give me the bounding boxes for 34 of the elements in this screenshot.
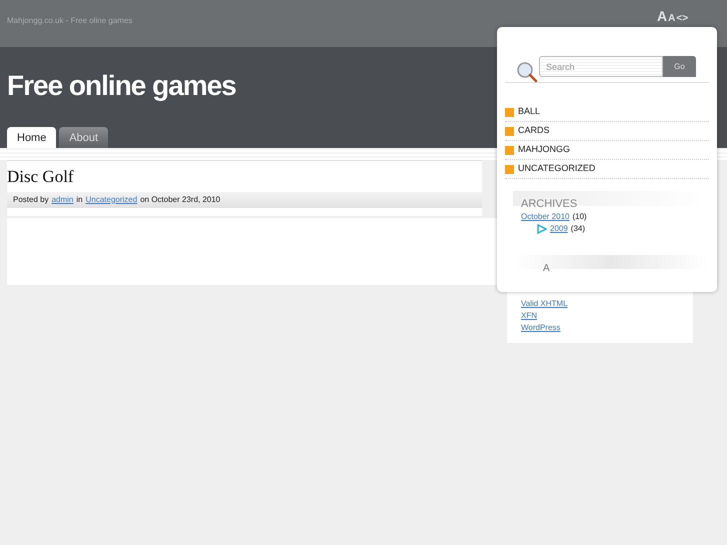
- font-size-control[interactable]: <>: [676, 11, 688, 26]
- font-size-control[interactable]: A: [657, 6, 668, 27]
- archives-heading: ARCHIVES: [521, 198, 578, 210]
- author-link[interactable]: admin: [52, 194, 74, 206]
- search-field[interactable]: Search: [539, 56, 663, 77]
- site-tagline: Mahjongg.co.uk - Free oline games: [7, 15, 132, 27]
- meta-link[interactable]: XFN: [521, 310, 693, 322]
- font-size-control[interactable]: A: [668, 11, 676, 26]
- meta-text: Posted by: [13, 194, 49, 206]
- meta-link[interactable]: WordPress: [521, 322, 693, 334]
- bullet-icon: [505, 146, 514, 154]
- archive-link[interactable]: October 2010: [521, 211, 570, 223]
- meta-text: on October 23rd, 2010: [140, 194, 220, 206]
- search-icon: [515, 60, 539, 84]
- triangle-icon: [537, 224, 547, 234]
- bullet-icon: [505, 164, 514, 174]
- archive-link[interactable]: 2009: [550, 223, 568, 235]
- post-title: Disc Golf: [7, 166, 75, 188]
- meta-text: in: [76, 194, 83, 206]
- bullet-icon: [505, 108, 514, 116]
- category-link[interactable]: MAHJONGG: [518, 143, 570, 157]
- site-title: Free online games: [7, 69, 236, 103]
- archive-count: (10): [572, 211, 587, 223]
- category-link[interactable]: BALL: [518, 105, 540, 119]
- category-link[interactable]: Uncategorized: [86, 194, 138, 206]
- meta-link[interactable]: Valid XHTML: [521, 298, 693, 310]
- nav-tab[interactable]: Home: [7, 127, 56, 148]
- meta-heading: A: [543, 263, 550, 274]
- nav-tab[interactable]: About: [59, 127, 108, 148]
- archive-count: (34): [570, 223, 586, 235]
- category-link[interactable]: UNCATEGORIZED: [518, 162, 596, 176]
- go-button[interactable]: Go: [663, 56, 696, 77]
- category-link[interactable]: CARDS: [518, 124, 550, 138]
- bullet-icon: [505, 126, 514, 136]
